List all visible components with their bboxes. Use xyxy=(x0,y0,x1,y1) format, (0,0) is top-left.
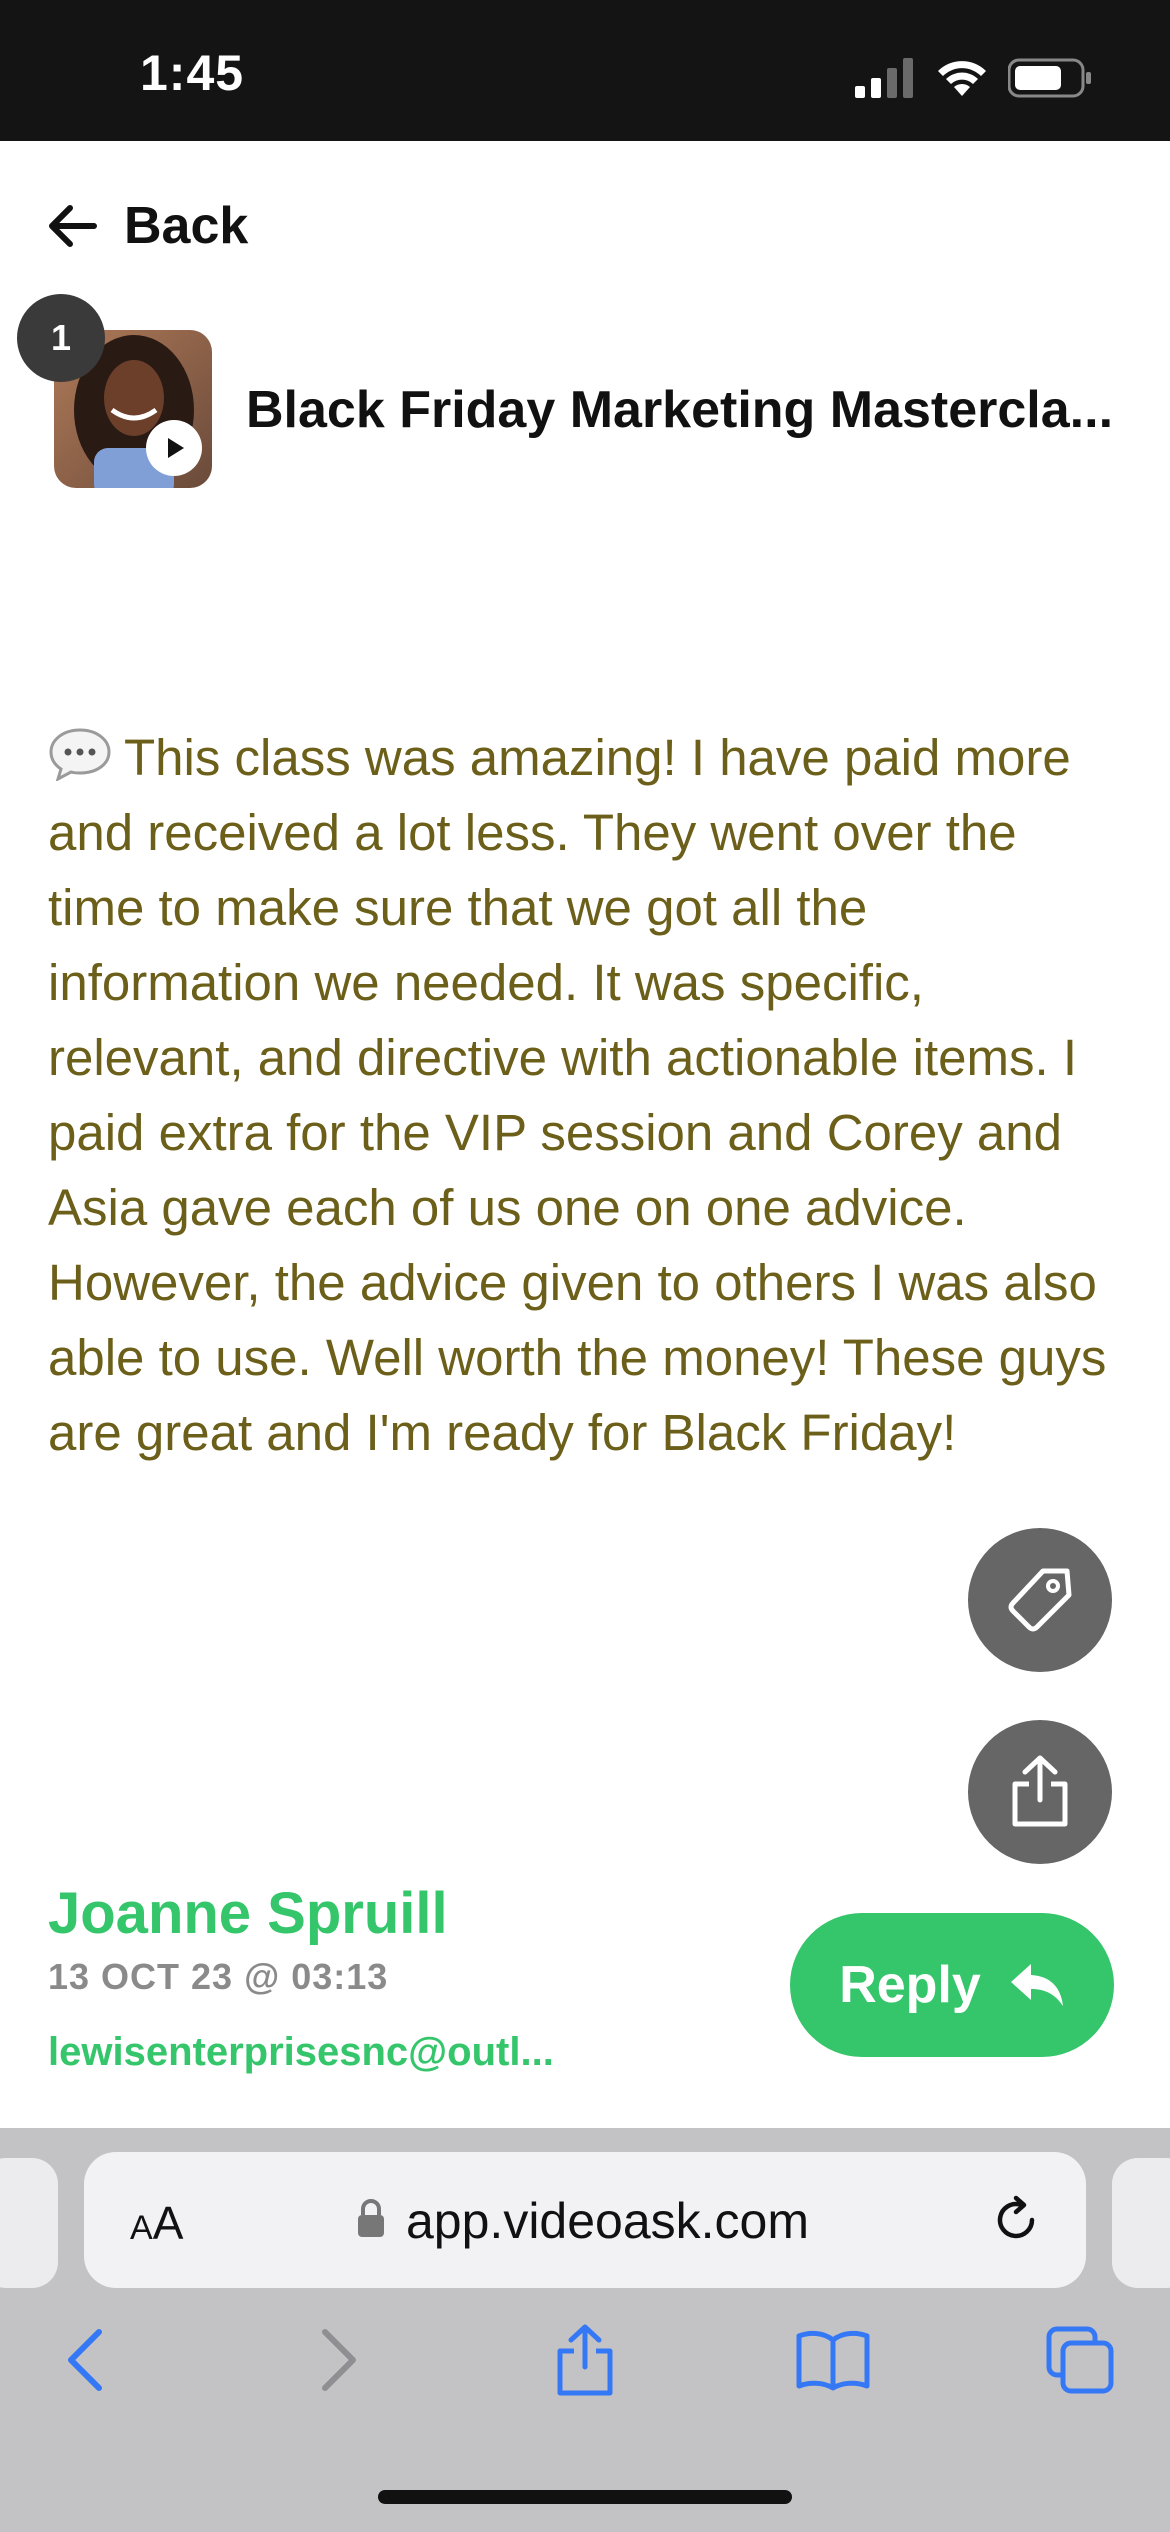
text-size-button[interactable]: AA xyxy=(130,2196,183,2250)
tabs-glyph xyxy=(1046,2326,1114,2394)
response-count-badge: 1 xyxy=(17,294,105,382)
nav-back-glyph xyxy=(68,2329,102,2391)
book-icon[interactable] xyxy=(793,2320,873,2400)
safari-share-glyph xyxy=(557,2324,613,2396)
text-size-small-a: A xyxy=(130,2209,153,2247)
reply-arrow-icon xyxy=(1010,1964,1063,2006)
home-indicator[interactable] xyxy=(378,2490,792,2504)
chevron-left-icon[interactable] xyxy=(46,2320,126,2400)
tag-icon xyxy=(1008,1568,1072,1632)
reload-icon[interactable] xyxy=(990,2194,1042,2246)
battery-icon xyxy=(1008,58,1091,98)
cellular-signal-icon xyxy=(855,58,913,98)
nav-forward-glyph xyxy=(322,2329,356,2391)
tag-button[interactable] xyxy=(968,1528,1112,1672)
arrow-left-icon xyxy=(49,205,97,247)
reply-label: Reply xyxy=(839,1956,981,2014)
url-text: app.videoask.com xyxy=(406,2193,810,2249)
message-text: This class was amazing! I have paid more… xyxy=(48,729,1107,1461)
address-bar[interactable]: AA app.videoask.com xyxy=(84,2152,1086,2288)
previous-tab-edge[interactable] xyxy=(0,2158,58,2288)
sender-name: Joanne Spruill xyxy=(48,1881,448,1946)
play-icon[interactable] xyxy=(146,420,202,476)
share-button[interactable] xyxy=(968,1720,1112,1864)
back-button[interactable]: Back xyxy=(46,196,248,256)
play-triangle xyxy=(168,438,184,458)
video-title: Black Friday Marketing Mastercla... xyxy=(246,381,1114,439)
tabs-icon[interactable] xyxy=(1040,2320,1120,2400)
share-icon xyxy=(1012,1755,1068,1827)
share-icon[interactable] xyxy=(545,2320,625,2400)
status-time: 1:45 xyxy=(140,45,245,101)
chevron-right-icon[interactable] xyxy=(298,2320,378,2400)
sender-date: 13 OCT 23 @ 03:13 xyxy=(48,1956,389,1997)
lock-icon xyxy=(358,2199,384,2237)
speech-bubble-icon xyxy=(49,728,111,781)
sender-email-link[interactable]: lewisenterprisesnc@outl... xyxy=(48,2030,554,2075)
bookmarks-glyph xyxy=(796,2330,870,2391)
reply-button[interactable]: Reply xyxy=(790,1913,1114,2057)
text-size-big-a: A xyxy=(152,2197,184,2249)
wifi-icon xyxy=(938,61,986,96)
back-label: Back xyxy=(124,197,249,255)
status-bar: 1:45 xyxy=(0,0,1170,141)
message-body: This class was amazing! I have paid more… xyxy=(48,720,1123,1470)
next-tab-edge[interactable] xyxy=(1112,2158,1170,2288)
